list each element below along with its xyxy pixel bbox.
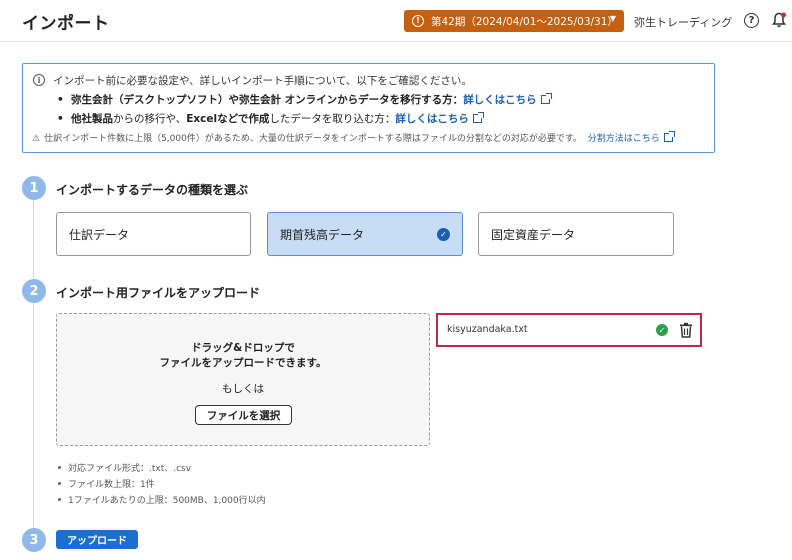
bullet2-pre: 他社製品 (71, 113, 114, 125)
dropzone-or: もしくは (222, 383, 264, 395)
bell-icon[interactable] (772, 12, 786, 28)
data-type-label: 期首残高データ (280, 227, 365, 242)
trash-icon[interactable] (679, 322, 693, 338)
note-text: 仕訳インポート件数に上限（5,000件）があるため、大量の仕訳データをインポート… (44, 134, 582, 144)
data-type-label: 仕訳データ (69, 227, 130, 242)
bullet2-excel: Excelなどで作成 (186, 113, 270, 125)
step-connector (33, 200, 34, 278)
chevron-down-icon: ▼ (609, 14, 616, 23)
company-name[interactable]: 弥生トレーディング (634, 14, 732, 30)
warning-icon: ! (412, 15, 424, 27)
external-link-icon[interactable] (663, 131, 675, 142)
step-1-title: インポートするデータの種類を選ぶ (56, 183, 249, 197)
bullet1-text: 弥生会計（デスクトップソフト）や弥生会計 オンラインからデータを移行する方： (71, 94, 464, 106)
step-2-badge: 2 (22, 279, 46, 303)
data-type-opening-balance[interactable]: 期首残高データ ✓ (267, 212, 463, 256)
spec-item: ファイル数上限：1件 (58, 477, 155, 490)
upload-button[interactable]: アップロード (56, 530, 138, 549)
info-bullet-other: • 他社製品からの移行や、Excelなどで作成したデータを取り込む方：詳しくはこ… (57, 111, 484, 126)
step-3-badge: 3 (22, 528, 46, 552)
step-connector (33, 302, 34, 528)
alert-triangle-icon: ⚠ (32, 134, 41, 144)
external-link-icon[interactable] (472, 112, 484, 123)
data-type-journal[interactable]: 仕訳データ (56, 212, 251, 256)
split-method-link[interactable]: 分割方法はこちら (588, 134, 660, 144)
bullet2-mid2: したデータを取り込む方： (269, 113, 396, 125)
dropzone-line2: ファイルをアップロードできます。 (159, 357, 327, 369)
check-circle-icon: ✓ (656, 324, 668, 336)
file-dropzone[interactable]: ドラッグ&ドロップで ファイルをアップロードできます。 もしくは ファイルを選択 (56, 313, 430, 446)
help-icon[interactable]: ? (744, 13, 759, 28)
step-2-title: インポート用ファイルをアップロード (56, 286, 261, 300)
select-file-button[interactable]: ファイルを選択 (195, 405, 292, 425)
data-type-fixed-assets[interactable]: 固定資産データ (478, 212, 674, 256)
app-header: インポート ! 第42期（2024/04/01〜2025/03/31） ▼ 弥生… (0, 0, 792, 42)
page-title: インポート (22, 14, 110, 34)
step-1-badge: 1 (22, 176, 46, 200)
import-limit-note: ⚠ 仕訳インポート件数に上限（5,000件）があるため、大量の仕訳データをインポー… (32, 131, 675, 144)
bullet2-mid1: からの移行や、 (113, 113, 187, 125)
external-link-icon[interactable] (540, 93, 552, 104)
bullet2-link[interactable]: 詳しくはこちら (395, 113, 469, 125)
data-type-label: 固定資産データ (491, 227, 576, 242)
period-label: 第42期（2024/04/01〜2025/03/31） (431, 15, 618, 28)
file-name: kisyuzandaka.txt (447, 324, 528, 335)
info-intro: インポート前に必要な設定や、詳しいインポート手順について、以下をご確認ください。 (53, 75, 472, 87)
uploaded-file-item: kisyuzandaka.txt ✓ (436, 313, 702, 347)
info-icon: i (33, 74, 45, 86)
check-circle-icon: ✓ (437, 228, 450, 241)
period-selector[interactable]: ! 第42期（2024/04/01〜2025/03/31） ▼ (404, 10, 624, 32)
dropzone-line1: ドラッグ&ドロップで (191, 342, 295, 354)
info-bullet-desktop: • 弥生会計（デスクトップソフト）や弥生会計 オンラインからデータを移行する方：… (57, 92, 552, 107)
spec-item: 1ファイルあたりの上限：500MB、1,000行以内 (58, 493, 266, 506)
bullet1-link[interactable]: 詳しくはこちら (463, 94, 537, 106)
spec-item: 対応ファイル形式：.txt、.csv (58, 461, 191, 474)
